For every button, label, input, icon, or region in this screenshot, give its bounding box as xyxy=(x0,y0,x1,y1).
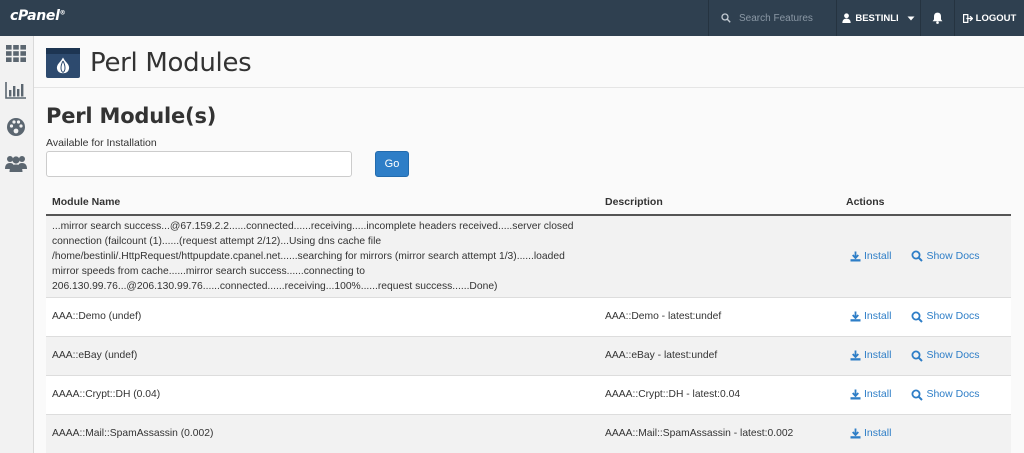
logo-text: cPanel xyxy=(10,8,60,24)
install-link[interactable]: Install xyxy=(850,348,891,363)
table-row: AAA::eBay (undef) AAA::eBay - latest:und… xyxy=(46,335,1011,375)
available-label: Available for Installation xyxy=(46,137,157,149)
show-docs-link[interactable]: Show Docs xyxy=(911,249,980,264)
header-actions: Actions xyxy=(840,190,1011,216)
module-description-cell: AAA::eBay - latest:undef xyxy=(599,335,840,375)
actions-cell: Install Show Docs xyxy=(840,296,1011,336)
install-label: Install xyxy=(864,249,892,262)
install-link[interactable]: Install xyxy=(850,249,891,264)
show-docs-link[interactable]: Show Docs xyxy=(911,387,980,402)
show-docs-label: Show Docs xyxy=(926,388,980,400)
install-link[interactable]: Install xyxy=(850,426,891,441)
page-title: Perl Modules xyxy=(90,48,252,78)
download-icon xyxy=(850,311,861,322)
module-name-cell: AAAA::Mail::SpamAssassin (0.002) xyxy=(46,413,599,453)
table-row: AAA::Demo (undef) AAA::Demo - latest:und… xyxy=(46,296,1011,336)
install-link[interactable]: Install xyxy=(850,309,891,324)
install-link[interactable]: Install xyxy=(850,387,891,402)
actions-cell: Install Show Docs xyxy=(840,374,1011,414)
grid-icon xyxy=(6,44,26,62)
home-grid-icon[interactable] xyxy=(5,42,27,64)
show-docs-label: Show Docs xyxy=(926,310,980,322)
module-description-cell: AAAA::Mail::SpamAssassin - latest:0.002 xyxy=(599,413,840,453)
left-sidebar xyxy=(0,36,34,453)
modules-table: Module Name Description Actions ...mirro… xyxy=(46,190,1011,453)
download-icon xyxy=(850,350,861,361)
download-icon xyxy=(850,389,861,400)
logo-mark: ® xyxy=(59,9,66,17)
magnifier-icon xyxy=(911,350,924,362)
show-docs-label: Show Docs xyxy=(926,249,980,262)
go-button[interactable]: Go xyxy=(375,151,409,177)
module-name-cell: AAAA::Crypt::DH (0.04) xyxy=(46,374,599,414)
download-icon xyxy=(850,251,861,262)
module-search-input[interactable] xyxy=(46,151,352,177)
notifications-button[interactable] xyxy=(920,0,954,36)
module-name-cell: AAA::eBay (undef) xyxy=(46,335,599,375)
actions-cell: Install Show Docs xyxy=(840,335,1011,375)
user-icon xyxy=(842,13,852,23)
header-module-name: Module Name xyxy=(46,190,599,216)
install-label: Install xyxy=(864,310,892,322)
logout-button[interactable]: LOGOUT xyxy=(954,0,1024,36)
header-divider xyxy=(34,87,1024,88)
statistics-nav[interactable] xyxy=(5,79,27,101)
module-description-cell: AAA::Demo - latest:undef xyxy=(599,296,840,336)
cpanel-logo[interactable]: cPanel® xyxy=(10,8,66,24)
perl-onion-icon xyxy=(46,48,80,78)
users-icon xyxy=(5,156,27,172)
module-name-cell: ...mirror search success...@67.159.2.2..… xyxy=(46,214,599,297)
table-header-row: Module Name Description Actions xyxy=(46,190,1011,216)
module-name-cell: AAA::Demo (undef) xyxy=(46,296,599,336)
actions-cell: Install Show Docs xyxy=(840,214,1011,297)
install-label: Install xyxy=(864,427,892,440)
bar-chart-icon xyxy=(5,82,26,99)
download-icon xyxy=(850,428,861,439)
show-docs-link[interactable]: Show Docs xyxy=(911,309,980,324)
main-content: Perl Modules Perl Module(s) Available fo… xyxy=(34,36,1024,453)
themes-nav[interactable] xyxy=(5,116,27,138)
table-row: AAAA::Crypt::DH (0.04) AAAA::Crypt::DH -… xyxy=(46,374,1011,414)
show-docs-label: Show Docs xyxy=(926,349,980,361)
show-docs-link[interactable]: Show Docs xyxy=(911,348,980,363)
search-icon xyxy=(721,13,731,23)
search-input[interactable] xyxy=(739,12,835,24)
module-description-cell xyxy=(599,214,840,297)
page-header: Perl Modules xyxy=(46,48,252,78)
header-description: Description xyxy=(599,190,840,216)
magnifier-icon xyxy=(911,250,924,262)
magnifier-icon xyxy=(911,389,924,401)
bell-icon xyxy=(932,12,943,24)
table-row: ...mirror search success...@67.159.2.2..… xyxy=(46,214,1011,297)
table-row: AAAA::Mail::SpamAssassin (0.002) AAAA::M… xyxy=(46,413,1011,453)
user-menu[interactable]: BESTINLI xyxy=(836,0,920,36)
logout-label: LOGOUT xyxy=(975,12,1017,24)
install-label: Install xyxy=(864,349,892,361)
section-title: Perl Module(s) xyxy=(46,104,217,128)
palette-icon xyxy=(7,118,25,136)
actions-cell: Install xyxy=(840,413,1011,453)
magnifier-icon xyxy=(911,311,924,323)
install-label: Install xyxy=(864,388,892,400)
feature-search xyxy=(708,0,836,36)
user-name: BESTINLI xyxy=(855,12,899,24)
logout-icon xyxy=(962,13,973,23)
users-nav[interactable] xyxy=(5,152,27,174)
top-navbar: cPanel® BESTINLI LOGOUT xyxy=(0,0,1024,36)
module-description-cell: AAAA::Crypt::DH - latest:0.04 xyxy=(599,374,840,414)
caret-down-icon xyxy=(907,16,915,20)
